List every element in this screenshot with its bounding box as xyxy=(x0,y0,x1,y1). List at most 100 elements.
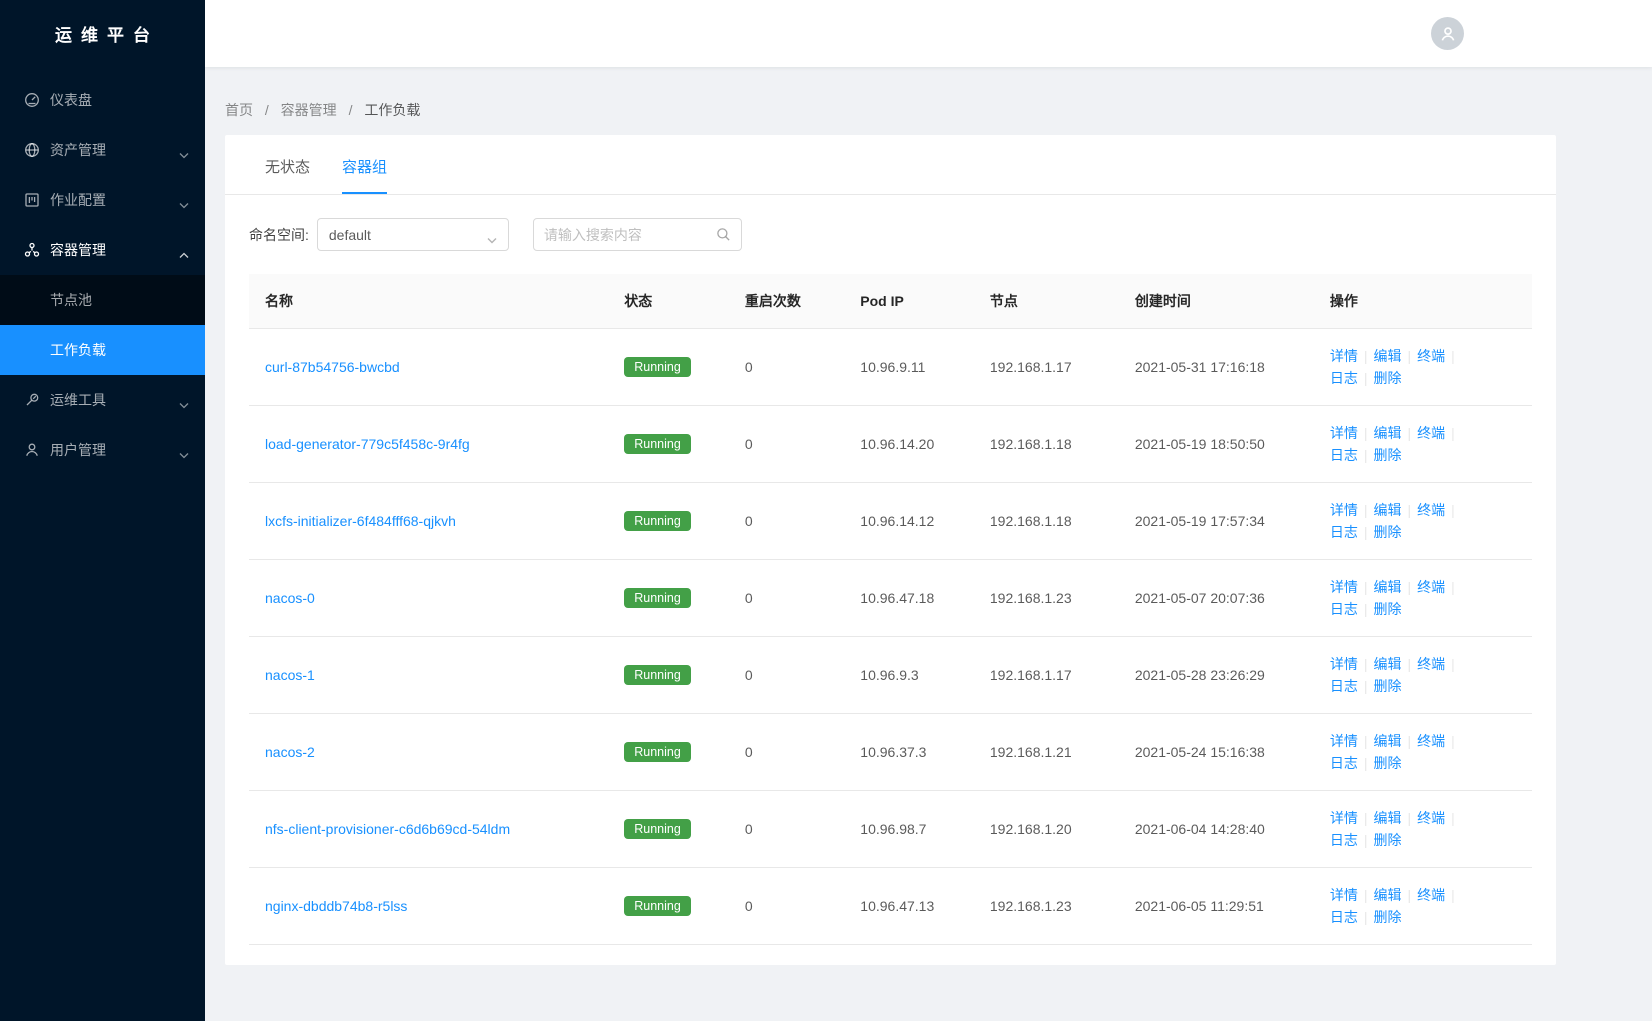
table-row: nginx-dbddb74b8-r5lss Running 0 10.96.47… xyxy=(249,868,1532,945)
action-delete[interactable]: 删除 xyxy=(1374,524,1402,540)
action-logs[interactable]: 日志 xyxy=(1330,755,1358,771)
action-detail[interactable]: 详情 xyxy=(1330,579,1358,595)
breadcrumb-home[interactable]: 首页 xyxy=(225,102,253,118)
column-header-5: 创建时间 xyxy=(1119,274,1314,329)
action-divider: | xyxy=(1364,524,1368,540)
sidebar-item-label: 节点池 xyxy=(50,290,92,310)
pod-name-link[interactable]: nginx-dbddb74b8-r5lss xyxy=(265,898,407,914)
sidebar-item-node-pool[interactable]: 节点池 xyxy=(0,275,205,325)
action-detail[interactable]: 详情 xyxy=(1330,348,1358,364)
action-delete[interactable]: 删除 xyxy=(1374,370,1402,386)
action-logs[interactable]: 日志 xyxy=(1330,678,1358,694)
action-logs[interactable]: 日志 xyxy=(1330,832,1358,848)
action-delete[interactable]: 删除 xyxy=(1374,447,1402,463)
search-input[interactable] xyxy=(544,227,716,243)
node-ip: 192.168.1.18 xyxy=(990,513,1072,529)
container-mgmt-submenu: 节点池 工作负载 xyxy=(0,275,205,375)
action-logs[interactable]: 日志 xyxy=(1330,524,1358,540)
action-delete[interactable]: 删除 xyxy=(1374,601,1402,617)
action-detail[interactable]: 详情 xyxy=(1330,656,1358,672)
dashboard-icon xyxy=(24,92,40,108)
sidebar-item-workload[interactable]: 工作负载 xyxy=(0,325,205,375)
action-edit[interactable]: 编辑 xyxy=(1374,425,1402,441)
action-terminal[interactable]: 终端 xyxy=(1417,810,1445,826)
action-terminal[interactable]: 终端 xyxy=(1417,348,1445,364)
table-header-row: 名称状态重启次数Pod IP节点创建时间操作 xyxy=(249,274,1532,329)
sidebar-item-assets[interactable]: 资产管理 xyxy=(0,125,205,175)
tab-stateless[interactable]: 无状态 xyxy=(265,135,310,194)
action-logs[interactable]: 日志 xyxy=(1330,447,1358,463)
action-terminal[interactable]: 终端 xyxy=(1417,656,1445,672)
pod-name-link[interactable]: nacos-1 xyxy=(265,667,315,683)
breadcrumb-container-mgmt[interactable]: 容器管理 xyxy=(281,102,337,118)
action-divider: | xyxy=(1364,832,1368,848)
status-badge: Running xyxy=(624,742,691,763)
sidebar-item-user-mgmt[interactable]: 用户管理 xyxy=(0,425,205,475)
action-delete[interactable]: 删除 xyxy=(1374,909,1402,925)
action-divider: | xyxy=(1451,733,1455,749)
action-detail[interactable]: 详情 xyxy=(1330,733,1358,749)
action-edit[interactable]: 编辑 xyxy=(1374,887,1402,903)
action-detail[interactable]: 详情 xyxy=(1330,887,1358,903)
user-avatar[interactable] xyxy=(1431,17,1464,50)
action-edit[interactable]: 编辑 xyxy=(1374,810,1402,826)
sidebar-item-container-mgmt[interactable]: 容器管理 xyxy=(0,225,205,275)
node-ip: 192.168.1.17 xyxy=(990,359,1072,375)
restart-count: 0 xyxy=(745,359,753,375)
action-terminal[interactable]: 终端 xyxy=(1417,887,1445,903)
status-badge: Running xyxy=(624,819,691,840)
pod-name-link[interactable]: nacos-2 xyxy=(265,744,315,760)
pod-name-link[interactable]: load-generator-779c5f458c-9r4fg xyxy=(265,436,470,452)
namespace-selected-value: default xyxy=(329,227,371,243)
tab-pods[interactable]: 容器组 xyxy=(342,135,387,194)
action-delete[interactable]: 删除 xyxy=(1374,678,1402,694)
action-divider: | xyxy=(1451,887,1455,903)
action-divider: | xyxy=(1451,425,1455,441)
action-edit[interactable]: 编辑 xyxy=(1374,348,1402,364)
action-divider: | xyxy=(1364,370,1368,386)
column-header-3: Pod IP xyxy=(844,274,974,329)
row-actions: 详情|编辑|终端|日志|删除 xyxy=(1330,884,1482,928)
tab-bar: 无状态 容器组 xyxy=(225,135,1556,195)
action-detail[interactable]: 详情 xyxy=(1330,502,1358,518)
status-badge: Running xyxy=(624,588,691,609)
action-terminal[interactable]: 终端 xyxy=(1417,579,1445,595)
action-delete[interactable]: 删除 xyxy=(1374,832,1402,848)
action-divider: | xyxy=(1408,502,1412,518)
action-delete[interactable]: 删除 xyxy=(1374,755,1402,771)
sidebar-item-label: 运维工具 xyxy=(50,390,106,410)
action-detail[interactable]: 详情 xyxy=(1330,810,1358,826)
action-logs[interactable]: 日志 xyxy=(1330,909,1358,925)
pod-name-link[interactable]: curl-87b54756-bwcbd xyxy=(265,359,400,375)
column-header-2: 重启次数 xyxy=(729,274,844,329)
action-logs[interactable]: 日志 xyxy=(1330,601,1358,617)
action-edit[interactable]: 编辑 xyxy=(1374,579,1402,595)
pod-name-link[interactable]: lxcfs-initializer-6f484fff68-qjkvh xyxy=(265,513,456,529)
namespace-select[interactable]: default xyxy=(317,218,509,251)
action-divider: | xyxy=(1408,425,1412,441)
action-detail[interactable]: 详情 xyxy=(1330,425,1358,441)
node-ip: 192.168.1.18 xyxy=(990,436,1072,452)
action-terminal[interactable]: 终端 xyxy=(1417,502,1445,518)
action-terminal[interactable]: 终端 xyxy=(1417,425,1445,441)
action-edit[interactable]: 编辑 xyxy=(1374,733,1402,749)
restart-count: 0 xyxy=(745,513,753,529)
search-icon[interactable] xyxy=(716,227,731,242)
action-divider: | xyxy=(1408,348,1412,364)
action-edit[interactable]: 编辑 xyxy=(1374,656,1402,672)
sidebar-item-dashboard[interactable]: 仪表盘 xyxy=(0,75,205,125)
action-terminal[interactable]: 终端 xyxy=(1417,733,1445,749)
created-time: 2021-05-24 15:16:38 xyxy=(1135,744,1265,760)
pod-name-link[interactable]: nfs-client-provisioner-c6d6b69cd-54ldm xyxy=(265,821,510,837)
node-ip: 192.168.1.23 xyxy=(990,590,1072,606)
sidebar-item-job-config[interactable]: 作业配置 xyxy=(0,175,205,225)
pod-ip: 10.96.47.13 xyxy=(860,898,934,914)
sidebar-item-ops-tools[interactable]: 运维工具 xyxy=(0,375,205,425)
pod-name-link[interactable]: nacos-0 xyxy=(265,590,315,606)
pod-ip: 10.96.9.3 xyxy=(860,667,918,683)
sidebar-item-label: 仪表盘 xyxy=(50,90,92,110)
action-edit[interactable]: 编辑 xyxy=(1374,502,1402,518)
pod-ip: 10.96.9.11 xyxy=(860,359,925,375)
breadcrumb-current: 工作负载 xyxy=(364,102,420,118)
action-logs[interactable]: 日志 xyxy=(1330,370,1358,386)
